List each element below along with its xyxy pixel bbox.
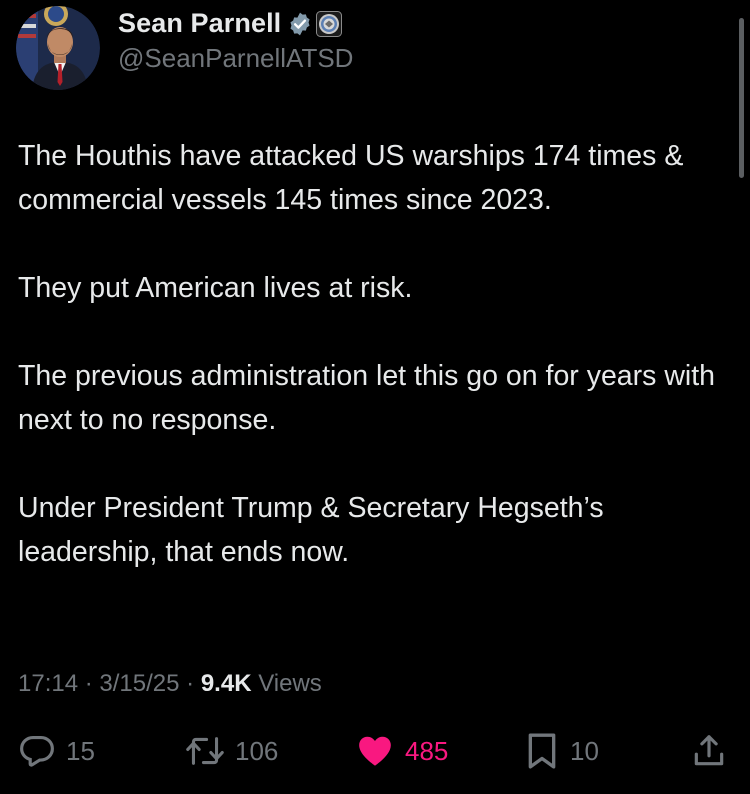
post-paragraph: The Houthis have attacked US warships 17… — [18, 140, 692, 216]
avatar[interactable] — [16, 6, 100, 90]
post-header: Sean Parnell @SeanParnellATSD — [16, 6, 353, 90]
repost-count: 106 — [235, 735, 279, 766]
share-icon — [690, 731, 728, 771]
post-paragraph: They put American lives at risk. — [18, 272, 413, 304]
meta-separator: · — [84, 670, 100, 697]
reply-icon — [18, 732, 56, 770]
verified-badge-icon[interactable] — [287, 11, 313, 37]
scrollbar[interactable] — [739, 18, 744, 178]
post-time[interactable]: 17:14 — [18, 670, 78, 697]
bookmark-button[interactable]: 10 — [524, 728, 599, 774]
like-count: 485 — [405, 735, 449, 766]
views-label: Views — [258, 670, 322, 697]
repost-button[interactable]: 106 — [185, 728, 278, 774]
repost-icon — [185, 732, 225, 770]
post-paragraph: The previous administration let this go … — [18, 360, 723, 436]
bookmark-count: 10 — [570, 735, 599, 766]
name-row: Sean Parnell — [118, 8, 353, 39]
post-body: The Houthis have attacked US warships 17… — [18, 134, 718, 618]
share-button[interactable] — [690, 728, 728, 774]
author-handle[interactable]: @SeanParnellATSD — [118, 43, 353, 74]
views-count[interactable]: 9.4K — [201, 670, 252, 697]
post-page: Sean Parnell @SeanParnellATSD The Houthi… — [0, 0, 750, 794]
reply-count: 15 — [66, 735, 95, 766]
post-meta: 17:14 · 3/15/25 · 9.4K Views — [18, 670, 322, 698]
post-paragraph: Under President Trump & Secretary Hegset… — [18, 492, 612, 568]
department-of-defense-seal-icon[interactable] — [316, 10, 343, 37]
like-button[interactable]: 485 — [355, 728, 448, 774]
reply-button[interactable]: 15 — [18, 728, 95, 774]
bookmark-icon — [524, 731, 560, 771]
author-names: Sean Parnell @SeanParnellATSD — [118, 8, 353, 74]
action-bar: 15 106 485 10 — [0, 728, 750, 774]
meta-separator: · — [186, 670, 201, 697]
post-date[interactable]: 3/15/25 — [99, 670, 179, 697]
display-name[interactable]: Sean Parnell — [118, 8, 281, 39]
heart-icon — [355, 732, 395, 770]
